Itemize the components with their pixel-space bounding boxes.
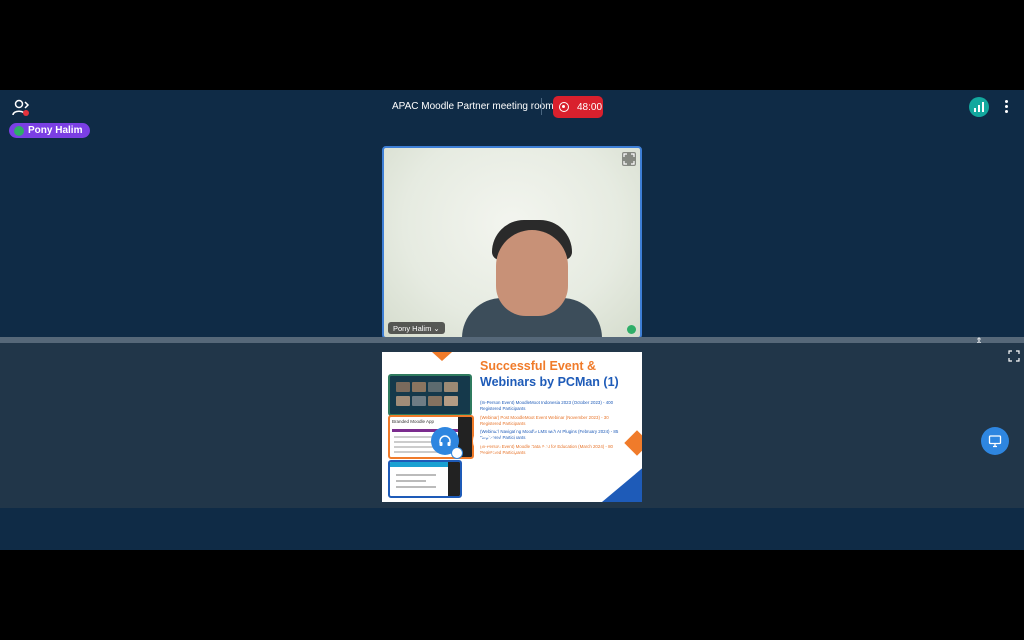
meeting-title: APAC Moodle Partner meeting room [392,101,554,112]
audio-button[interactable] [431,427,463,459]
slide-screenshot-video-call [388,374,472,416]
title-divider [541,98,542,115]
controls-divider [515,430,516,453]
webcam-name-tag[interactable]: Pony Halim ⌄ [388,322,445,334]
recording-time: 48:00 [577,101,603,113]
slide-screenshot-lms [388,460,462,498]
microphone-icon [627,325,636,334]
audio-settings-badge[interactable] [451,447,463,459]
connection-status-icon[interactable] [969,97,989,117]
list-item: (Webinar) Post MoodleMoot Event Webinar … [480,414,609,426]
slide-title: Successful Event & Webinars by PCMan (1) [480,359,619,389]
microphone-icon [14,125,24,136]
camera-button[interactable] [473,427,501,455]
list-item: (In-Person Event) MoodleMoot Indonesia 2… [480,400,614,411]
more-options-icon[interactable] [1001,100,1011,114]
recording-indicator[interactable]: 48:00 [553,96,603,118]
fullscreen-icon[interactable] [622,152,636,166]
fullscreen-icon[interactable] [1008,349,1020,362]
raise-hand-icon [537,433,550,449]
presentation-slide: Successful Event & Webinars by PCMan (1)… [382,352,642,502]
webcam-tile[interactable]: Pony Halim ⌄ [382,146,642,339]
raise-hand-button[interactable] [530,427,558,455]
users-icon[interactable] [10,98,32,118]
camera-off-icon [479,435,494,447]
record-icon [559,102,569,112]
screen-share-button[interactable] [981,427,1009,455]
presenter-name: Pony Halim [28,125,83,136]
top-bar: Pony Halim APAC Moodle Partner meeting r… [0,90,1024,138]
presenter-badge: Pony Halim [9,123,91,138]
screen-share-icon [988,435,1002,448]
headphones-icon [439,435,451,446]
